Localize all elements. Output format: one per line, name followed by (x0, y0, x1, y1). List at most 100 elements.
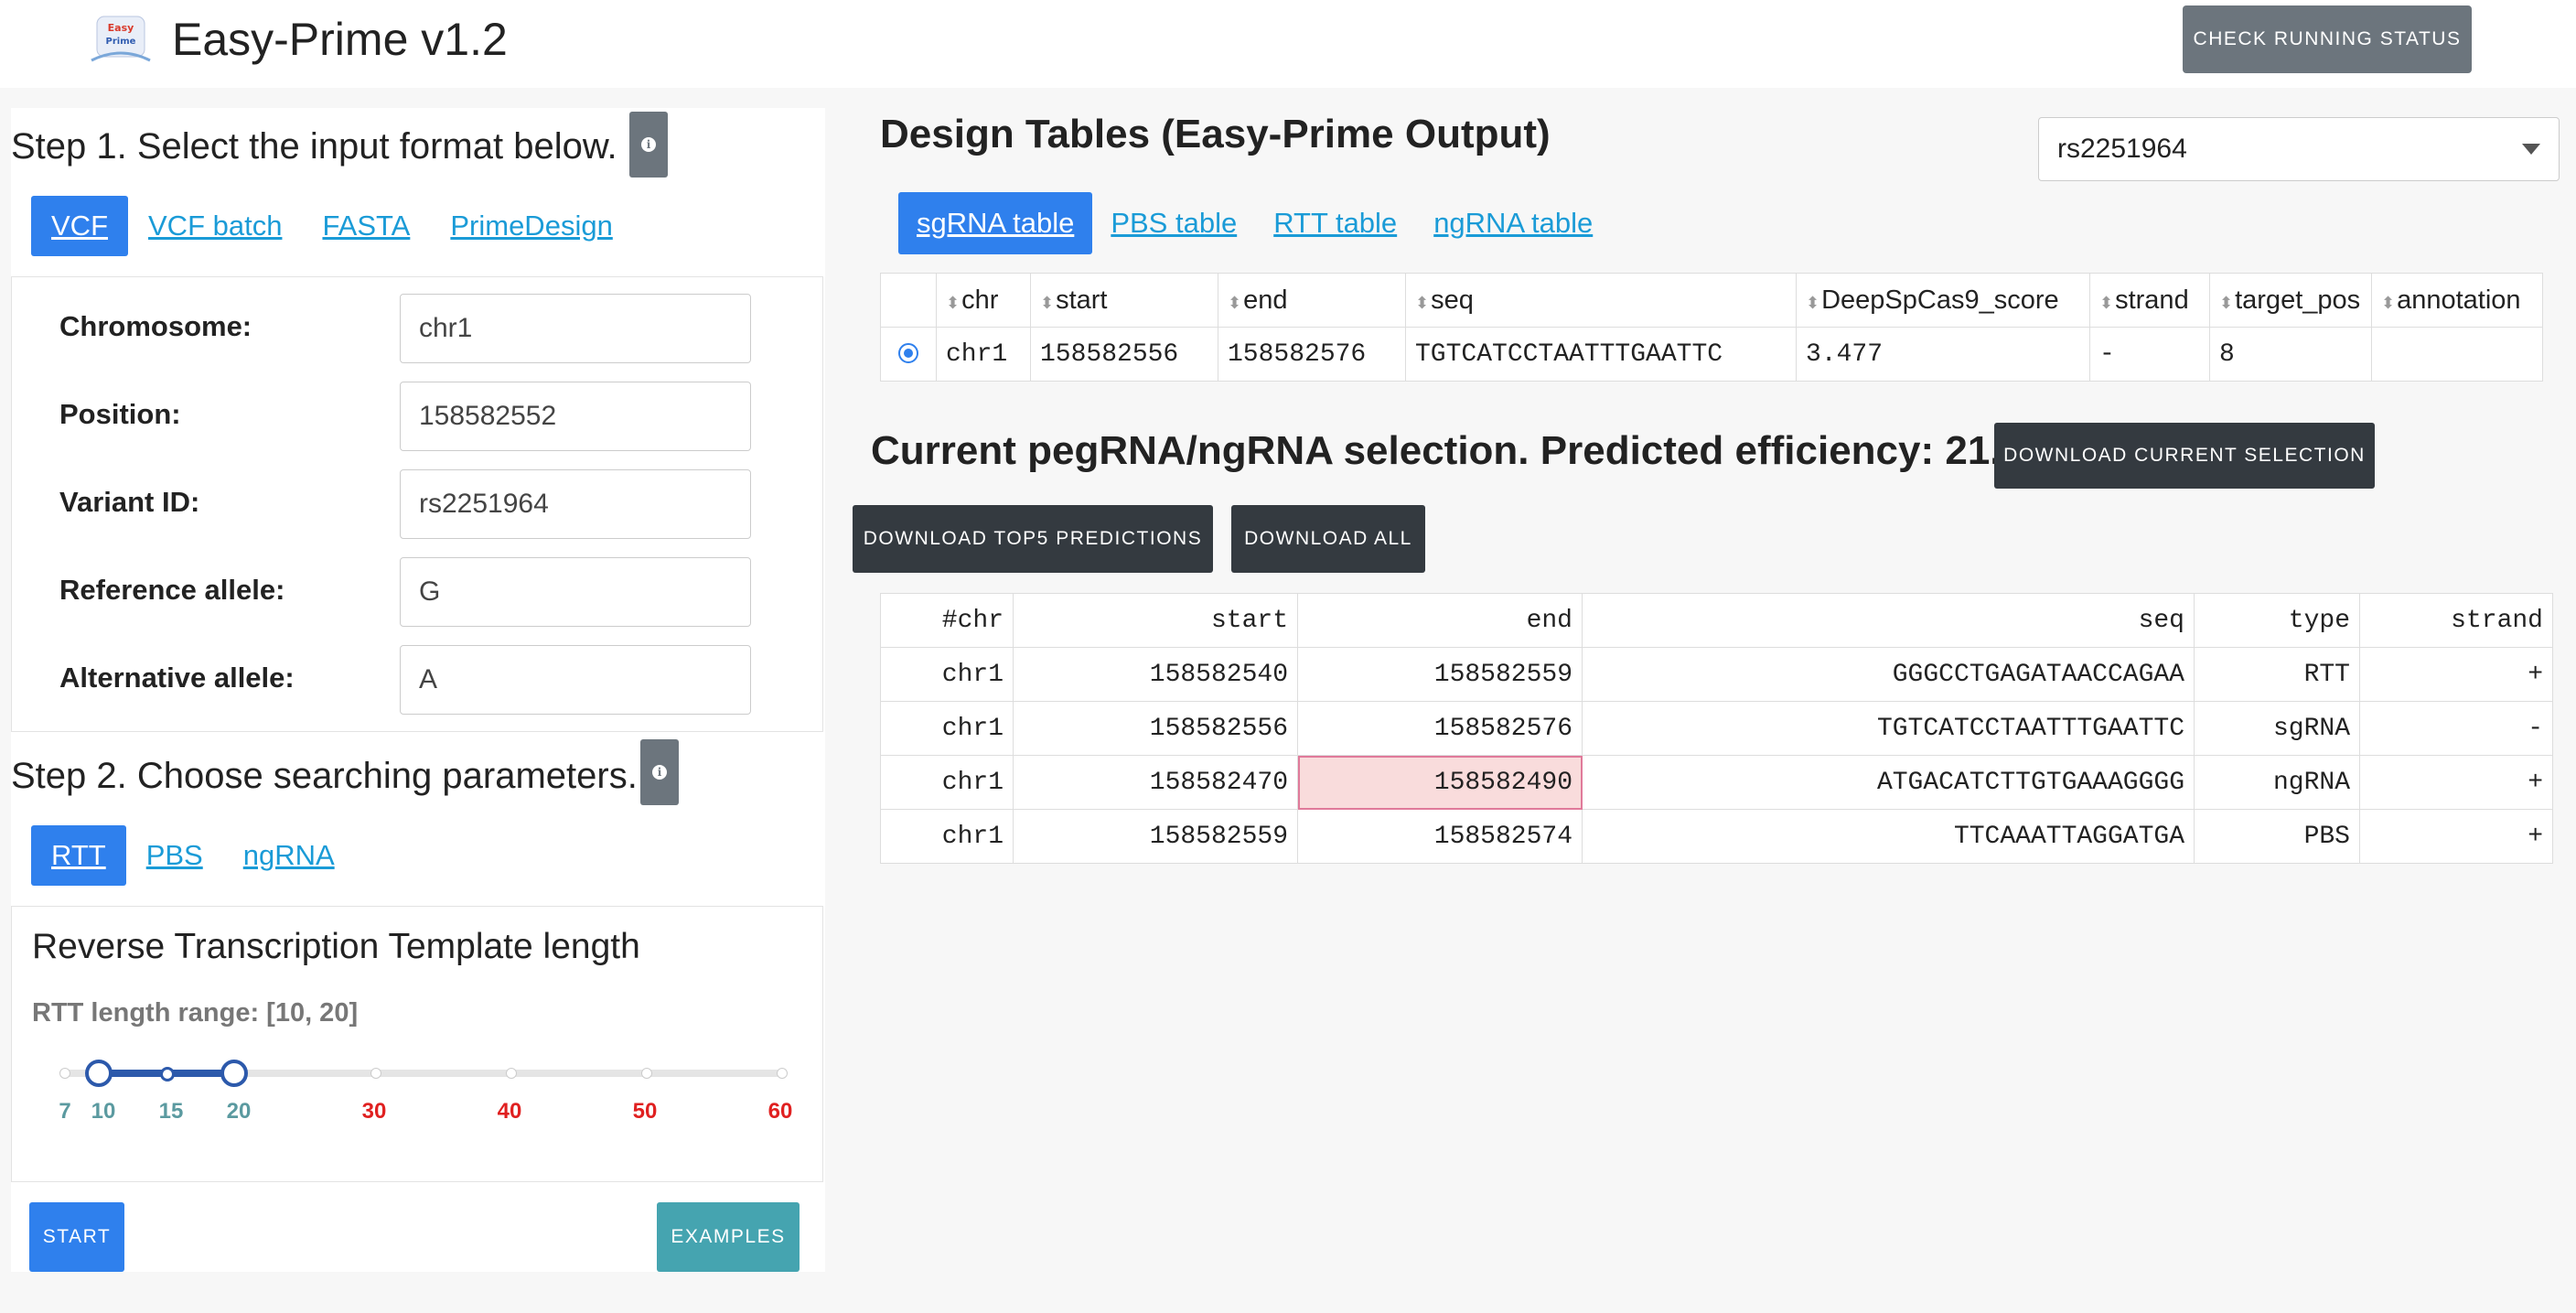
table-cell: - (2359, 701, 2553, 756)
slider-tick (59, 1068, 70, 1079)
download-all-button[interactable]: DOWNLOAD ALL (1231, 505, 1425, 573)
app-title: Easy-Prime v1.2 (172, 14, 508, 65)
table-cell: TGTCATCCTAATTTGAATTC (1582, 701, 2195, 756)
column-header[interactable]: #chr (880, 593, 1014, 648)
tab-vcf-batch[interactable]: VCF batch (128, 196, 302, 256)
parameter-tabs: RTT PBS ngRNA (31, 825, 355, 886)
tab-primedesign[interactable]: PrimeDesign (430, 196, 632, 256)
step1-info-button[interactable]: i (629, 112, 668, 178)
sort-icon: ⬍ (2381, 293, 2396, 312)
column-header[interactable]: ⬍DeepSpCas9_score (1796, 273, 2090, 328)
table-cell: ngRNA (2194, 755, 2360, 810)
position-input[interactable]: 158582552 (400, 382, 751, 451)
table-cell: RTT (2194, 647, 2360, 702)
tick-label: 60 (767, 1099, 793, 1124)
table-cell: 158582574 (1297, 809, 1583, 864)
tick-label: 50 (632, 1099, 658, 1124)
rtt-slider-title: Reverse Transcription Template length (32, 927, 640, 966)
info-icon: i (641, 137, 656, 152)
variant-select-value: rs2251964 (2057, 134, 2187, 164)
position-row: Position: 158582552 (59, 382, 810, 451)
rtt-slider-min-handle[interactable] (85, 1060, 113, 1087)
reference-allele-input[interactable]: G (400, 557, 751, 627)
alternative-allele-row: Alternative allele: A (59, 645, 810, 715)
slider-tick (506, 1068, 517, 1079)
step2-info-button[interactable]: i (640, 739, 679, 805)
table-row[interactable]: chr1 158582556 158582576 TGTCATCCTAATTTG… (880, 701, 2553, 756)
table-row[interactable]: chr1 158582556 158582576 TGTCATCCTAATTTG… (880, 327, 2543, 382)
download-top5-button[interactable]: DOWNLOAD TOP5 PREDICTIONS (853, 505, 1213, 573)
table-cell: chr1 (936, 327, 1031, 382)
table-header-row: ⬍chr ⬍start ⬍end ⬍seq ⬍DeepSpCas9_score … (880, 273, 2543, 328)
column-header[interactable]: ⬍end (1218, 273, 1406, 328)
start-button[interactable]: START (29, 1202, 124, 1272)
column-header[interactable]: type (2194, 593, 2360, 648)
column-header[interactable]: ⬍annotation (2371, 273, 2543, 328)
step1-title: Step 1. Select the input format below. (11, 126, 617, 167)
table-cell: ATGACATCTTGTGAAAGGGG (1582, 755, 2195, 810)
tab-pbs[interactable]: PBS (126, 825, 223, 886)
sort-icon: ⬍ (2219, 293, 2234, 312)
sort-icon: ⬍ (1806, 293, 1820, 312)
design-tables-title: Design Tables (Easy-Prime Output) (880, 112, 1551, 156)
table-row[interactable]: chr1 158582540 158582559 GGGCCTGAGATAACC… (880, 647, 2553, 702)
column-header[interactable]: ⬍seq (1405, 273, 1797, 328)
svg-text:Prime: Prime (106, 37, 136, 47)
column-header[interactable]: ⬍chr (936, 273, 1031, 328)
table-cell: 158582540 (1013, 647, 1298, 702)
sort-icon: ⬍ (2099, 293, 2114, 312)
tab-pbs-table[interactable]: PBS table (1092, 192, 1255, 254)
chromosome-input[interactable]: chr1 (400, 294, 751, 363)
step2-title: Step 2. Choose searching parameters. (11, 756, 638, 796)
alternative-allele-label: Alternative allele: (59, 662, 295, 694)
select-column-header (880, 273, 937, 328)
download-current-selection-button[interactable]: DOWNLOAD CURRENT SELECTION (1994, 423, 2375, 489)
table-cell: GGGCCTGAGATAACCAGAA (1582, 647, 2195, 702)
table-cell: chr1 (880, 755, 1014, 810)
highlighted-table-cell: 158582490 (1297, 755, 1583, 810)
column-header[interactable]: ⬍target_pos (2209, 273, 2372, 328)
column-header[interactable]: seq (1582, 593, 2195, 648)
table-cell: chr1 (880, 809, 1014, 864)
table-cell: 158582470 (1013, 755, 1298, 810)
check-running-status-button[interactable]: CHECK RUNNING STATUS (2183, 5, 2472, 73)
table-cell: + (2359, 755, 2553, 810)
column-header[interactable]: start (1013, 593, 1298, 648)
column-header[interactable]: ⬍start (1030, 273, 1218, 328)
rtt-slider-max-handle[interactable] (220, 1060, 248, 1087)
tab-rtt[interactable]: RTT (31, 825, 126, 886)
table-header-row: #chr start end seq type strand (880, 593, 2553, 648)
table-cell: - (2089, 327, 2210, 382)
row-select-cell[interactable] (880, 327, 937, 382)
tick-label: 10 (91, 1099, 116, 1124)
column-header[interactable]: strand (2359, 593, 2553, 648)
variant-id-input[interactable]: rs2251964 (400, 469, 751, 539)
table-cell: 158582556 (1030, 327, 1218, 382)
variant-id-label: Variant ID: (59, 486, 200, 518)
sort-icon: ⬍ (1228, 293, 1242, 312)
slider-tick (370, 1068, 381, 1079)
tab-vcf[interactable]: VCF (31, 196, 128, 256)
current-selection-title: Current pegRNA/ngRNA selection. Predicte… (871, 428, 2060, 473)
tab-ngrna[interactable]: ngRNA (223, 825, 355, 886)
table-cell: sgRNA (2194, 701, 2360, 756)
tab-fasta[interactable]: FASTA (302, 196, 430, 256)
column-header[interactable]: ⬍strand (2089, 273, 2210, 328)
svg-text:Easy: Easy (108, 22, 134, 34)
tick-label: 20 (226, 1099, 252, 1124)
table-row[interactable]: chr1 158582559 158582574 TTCAAATTAGGATGA… (880, 809, 2553, 864)
column-header[interactable]: end (1297, 593, 1583, 648)
alternative-allele-input[interactable]: A (400, 645, 751, 715)
examples-button[interactable]: EXAMPLES (657, 1202, 800, 1272)
tab-ngrna-table[interactable]: ngRNA table (1415, 192, 1611, 254)
table-cell: 158582576 (1218, 327, 1406, 382)
variant-select[interactable]: rs2251964 (2038, 117, 2560, 181)
table-cell: 158582576 (1297, 701, 1583, 756)
tab-rtt-table[interactable]: RTT table (1255, 192, 1415, 254)
selection-table: #chr start end seq type strand chr1 1585… (880, 593, 2553, 864)
table-row[interactable]: chr1 158582470 158582490 ATGACATCTTGTGAA… (880, 755, 2553, 810)
tab-sgrna-table[interactable]: sgRNA table (898, 192, 1093, 254)
radio-selected-icon[interactable] (898, 343, 918, 364)
table-cell: + (2359, 809, 2553, 864)
table-cell: 158582556 (1013, 701, 1298, 756)
